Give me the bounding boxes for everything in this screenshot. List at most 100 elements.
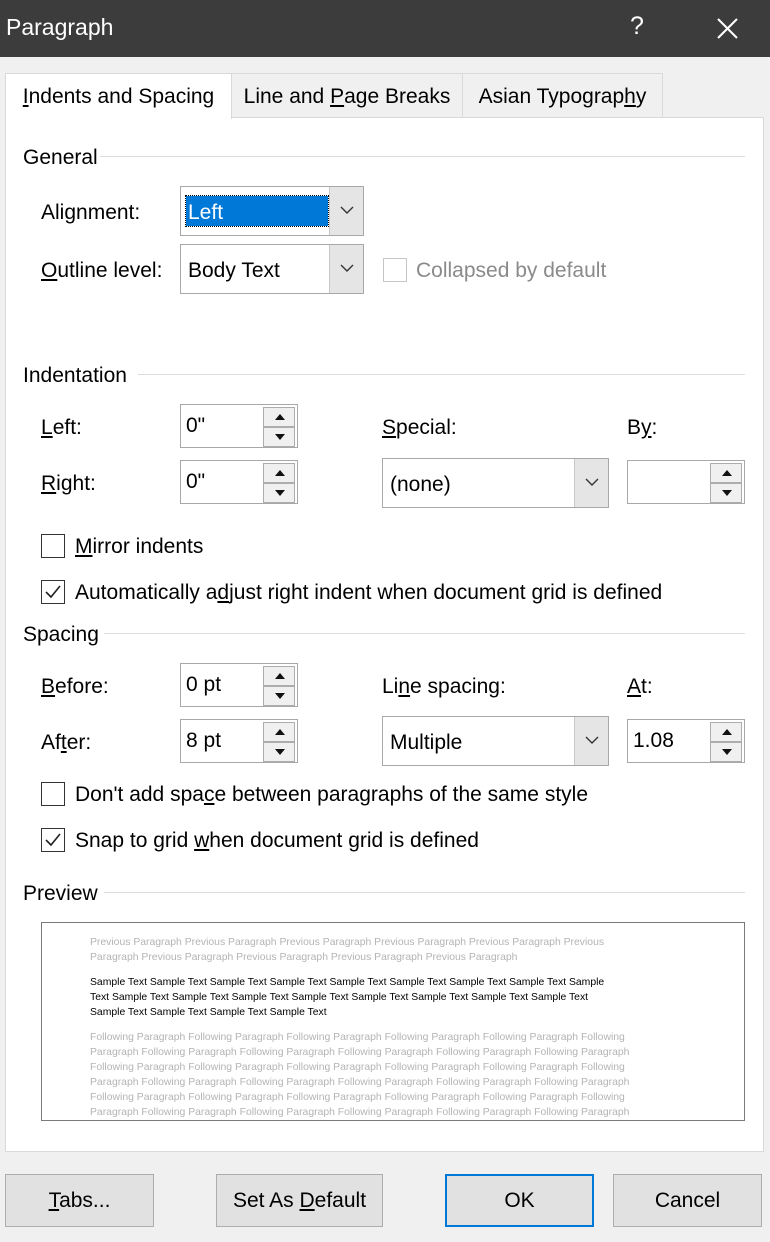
preview-box: Previous Paragraph Previous Paragraph Pr…: [41, 922, 745, 1121]
close-button[interactable]: [706, 8, 748, 50]
special-dropdown-button[interactable]: [574, 459, 608, 507]
tab-label-post: y: [635, 85, 647, 108]
at-spinner[interactable]: 1.08: [627, 719, 745, 763]
tab-line-and-page-breaks[interactable]: Line and Page Breaks: [231, 73, 463, 118]
special-dropdown[interactable]: (none): [382, 458, 609, 508]
section-divider: [100, 156, 745, 157]
spin-down-button[interactable]: [263, 686, 295, 706]
before-value: 0 pt: [186, 673, 222, 696]
checkmark-icon: [45, 585, 61, 599]
snap-to-grid-checkbox[interactable]: [41, 828, 65, 852]
preview-sample-text: Sample Text Sample Text Sample Text Samp…: [90, 977, 605, 1018]
dialog-title: Paragraph: [6, 14, 114, 40]
by-label: By:: [627, 416, 658, 439]
triangle-down-icon: [722, 749, 732, 755]
spin-down-button[interactable]: [710, 742, 742, 762]
tab-label-post: age Breaks: [344, 85, 451, 108]
alignment-label: Alignment:: [41, 201, 141, 224]
triangle-up-icon: [275, 729, 285, 735]
triangle-down-icon: [722, 490, 732, 496]
dont-add-space-checkbox[interactable]: [41, 782, 65, 806]
after-spinner[interactable]: 8 pt: [180, 719, 298, 763]
cancel-button[interactable]: Cancel: [613, 1174, 762, 1227]
by-spinner[interactable]: [627, 460, 745, 504]
right-indent-spinner[interactable]: 0": [180, 460, 298, 504]
before-label: Before:: [41, 675, 109, 698]
title-bar: Paragraph ?: [0, 0, 770, 57]
chevron-down-icon: [340, 264, 354, 272]
triangle-up-icon: [275, 673, 285, 679]
preview-following-paragraph: Following Paragraph Following Paragraph …: [90, 1032, 630, 1118]
section-divider: [104, 892, 745, 893]
left-indent-label: Left:: [41, 416, 82, 439]
section-title-indentation: Indentation: [23, 364, 127, 387]
spin-up-button[interactable]: [263, 407, 295, 427]
line-spacing-dropdown-button[interactable]: [574, 717, 608, 765]
mirror-indents-checkbox[interactable]: [41, 534, 65, 558]
outline-level-dropdown-button[interactable]: [329, 245, 363, 293]
tab-label-key: P: [330, 85, 345, 108]
collapsed-by-default-label: Collapsed by default: [416, 259, 607, 282]
spin-up-button[interactable]: [263, 722, 295, 742]
at-value: 1.08: [633, 729, 674, 752]
spin-up-button[interactable]: [710, 463, 742, 483]
outline-level-dropdown[interactable]: Body Text: [180, 244, 364, 294]
tab-indents-and-spacing[interactable]: Indents and Spacing: [5, 73, 232, 119]
help-button[interactable]: ?: [624, 12, 650, 41]
right-indent-value: 0": [186, 470, 206, 493]
tab-label-pre: Asian Typograp: [478, 85, 625, 108]
special-value: (none): [390, 473, 451, 496]
collapsed-by-default-checkbox[interactable]: [383, 258, 407, 282]
spin-up-button[interactable]: [263, 463, 295, 483]
left-indent-value: 0": [186, 414, 206, 437]
preview-previous-paragraph: Previous Paragraph Previous Paragraph Pr…: [90, 937, 605, 963]
spin-down-button[interactable]: [263, 742, 295, 762]
section-divider: [138, 374, 745, 375]
triangle-down-icon: [275, 490, 285, 496]
outline-level-label: Outline level:: [41, 259, 163, 282]
chevron-down-icon: [340, 206, 354, 214]
tab-label-post: ndents and Spacing: [28, 85, 215, 108]
spin-up-button[interactable]: [710, 722, 742, 742]
special-label: Special:: [382, 416, 457, 439]
triangle-down-icon: [275, 749, 285, 755]
at-label: At:: [627, 675, 653, 698]
ok-button[interactable]: OK: [445, 1174, 594, 1227]
auto-adjust-checkbox[interactable]: [41, 580, 65, 604]
alignment-dropdown-button[interactable]: [329, 187, 363, 235]
alignment-dropdown[interactable]: Left: [180, 186, 364, 236]
close-icon: [717, 18, 738, 39]
section-title-general: General: [23, 146, 98, 169]
chevron-down-icon: [585, 736, 599, 744]
line-spacing-label: Line spacing:: [382, 675, 506, 698]
tab-asian-typography[interactable]: Asian Typography: [462, 73, 663, 118]
spin-up-button[interactable]: [263, 666, 295, 686]
left-indent-spinner[interactable]: 0": [180, 404, 298, 448]
triangle-down-icon: [275, 693, 285, 699]
triangle-up-icon: [275, 414, 285, 420]
before-spinner[interactable]: 0 pt: [180, 663, 298, 707]
outline-level-value: Body Text: [188, 259, 280, 282]
spin-down-button[interactable]: [263, 427, 295, 447]
after-value: 8 pt: [186, 729, 222, 752]
section-title-spacing: Spacing: [23, 623, 99, 646]
checkmark-icon: [45, 833, 61, 847]
spin-down-button[interactable]: [710, 483, 742, 503]
set-as-default-button[interactable]: Set As Default: [216, 1174, 383, 1227]
triangle-down-icon: [275, 434, 285, 440]
alignment-value: Left: [188, 201, 224, 224]
line-spacing-dropdown[interactable]: Multiple: [382, 716, 609, 766]
line-spacing-value: Multiple: [390, 731, 463, 754]
after-label: After:: [41, 731, 92, 754]
tabs-button[interactable]: Tabs...: [5, 1174, 154, 1227]
section-title-preview: Preview: [23, 882, 98, 905]
dont-add-space-label: Don't add space between paragraphs of th…: [75, 783, 588, 806]
snap-to-grid-label: Snap to grid when document grid is defin…: [75, 829, 479, 852]
right-indent-label: Right:: [41, 472, 96, 495]
auto-adjust-label: Automatically adjust right indent when d…: [75, 581, 663, 604]
section-divider: [104, 633, 745, 634]
triangle-up-icon: [275, 470, 285, 476]
triangle-up-icon: [722, 729, 732, 735]
spin-down-button[interactable]: [263, 483, 295, 503]
tab-label-key: h: [624, 85, 636, 108]
